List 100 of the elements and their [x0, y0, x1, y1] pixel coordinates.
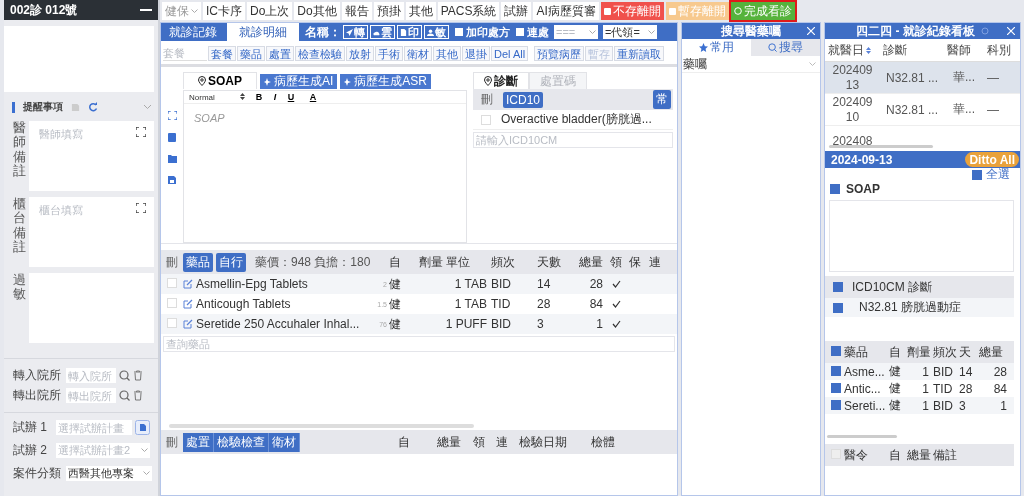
format-button[interactable]: I [267, 92, 283, 102]
visit-tab[interactable]: 就診記錄 [161, 23, 225, 41]
expand-icon[interactable] [136, 203, 146, 213]
filter-button[interactable]: 處置 [183, 432, 214, 452]
trash-icon[interactable] [133, 390, 143, 401]
folder-icon[interactable] [167, 155, 177, 163]
category-select[interactable]: 藥囑 [682, 56, 820, 73]
edit-icon[interactable] [183, 299, 193, 309]
column-header: 自 [888, 446, 902, 464]
checkbox[interactable] [831, 346, 841, 356]
toolbar-button[interactable]: 試辦 [501, 2, 532, 20]
toolbar-button[interactable]: 報告 [341, 2, 372, 20]
filter-button[interactable]: 衛材 [269, 432, 300, 452]
checkbox[interactable] [830, 184, 840, 194]
chevron-icon [191, 8, 198, 14]
format-button[interactable]: A [305, 92, 321, 102]
search-icon[interactable] [119, 370, 130, 381]
checkbox[interactable] [831, 399, 841, 410]
order-button[interactable]: 衛材 [404, 46, 432, 61]
package-field[interactable]: 套餐 [163, 46, 207, 61]
order-button[interactable]: Del All [491, 46, 529, 61]
table-cell: Asmellin-Epg Tablets [196, 277, 308, 291]
format-button[interactable]: B [251, 92, 267, 102]
order-button[interactable]: 手術 [375, 46, 403, 61]
trash-icon[interactable] [133, 370, 143, 381]
toolbar-button[interactable]: Do上次 [247, 2, 293, 20]
column-header: 劑量 [906, 343, 930, 361]
format-button[interactable]: U [283, 92, 299, 102]
filter-button[interactable]: 藥品 [183, 252, 213, 272]
soap-tab[interactable]: SOAP [183, 72, 257, 89]
checkbox[interactable] [516, 28, 524, 36]
toolbar-button[interactable]: PACS系統 [437, 2, 500, 20]
visit-tab[interactable]: 就診明細 [227, 23, 299, 41]
quick-button[interactable]: 雲 [370, 25, 395, 39]
checkbox[interactable] [972, 169, 982, 180]
case-select[interactable]: 西醫其他專案 [66, 466, 152, 481]
filter-button[interactable]: 檢驗檢查 [214, 432, 269, 452]
order-button[interactable]: 預覽病歷 [534, 46, 585, 61]
close-icon[interactable] [1007, 27, 1015, 35]
checkbox[interactable] [455, 28, 463, 36]
column-header: 總量 [578, 253, 604, 271]
trial-field[interactable]: 選擇試辦計畫 [56, 420, 132, 435]
minimize-icon[interactable] [140, 8, 152, 12]
toolbar-button[interactable]: 其他 [405, 2, 436, 20]
toolbar-button[interactable]: 健保 [162, 2, 201, 20]
order-button[interactable]: 重新讀取 [614, 46, 665, 61]
ai-button[interactable]: 病歷生成AI [260, 74, 338, 89]
scrollbar[interactable] [827, 435, 897, 438]
column-header: 刪 [165, 253, 179, 271]
quick-button[interactable]: 敏 [424, 25, 449, 39]
order-button[interactable]: 其他 [433, 46, 461, 61]
drug-search-field[interactable]: 查詢藥品 [163, 336, 675, 352]
close-icon[interactable] [807, 27, 815, 35]
location-pin-icon [484, 76, 492, 86]
order-button[interactable]: 套餐 [208, 46, 236, 61]
common-button[interactable]: 常 [653, 90, 671, 109]
checkbox[interactable] [831, 382, 841, 393]
toolbar-button[interactable]: Do其他 [294, 2, 340, 20]
checkbox[interactable] [833, 282, 843, 292]
toolbar-button[interactable]: 預掛 [373, 2, 404, 20]
order-button[interactable]: 退掛 [462, 46, 490, 61]
chevron-icon[interactable] [143, 104, 152, 110]
hospital-field[interactable]: 轉入院所 [66, 368, 116, 383]
format-select[interactable]: Normal [189, 92, 251, 102]
expand-icon[interactable] [136, 127, 146, 137]
hospital-field[interactable]: 轉出院所 [66, 388, 116, 403]
table-cell-text: Asme... [843, 364, 886, 379]
scrollbar[interactable] [169, 424, 474, 428]
quick-button[interactable]: 印 [397, 25, 422, 39]
toolbar-button[interactable]: AI病歷質審 [533, 2, 599, 20]
soap-editor[interactable]: Normal B I U A SOAP [183, 90, 467, 243]
filter-button[interactable]: 自行 [216, 252, 246, 272]
toolbar-button[interactable]: IC卡序 [203, 2, 245, 20]
column-header: 科別 [987, 41, 1011, 59]
save-icon[interactable] [168, 176, 176, 184]
checkbox[interactable] [833, 302, 843, 313]
column-header: 天數 [536, 253, 562, 271]
order-button[interactable]: 藥品 [237, 46, 265, 61]
expand-icon[interactable] [167, 111, 177, 120]
table-cell-text: TID [490, 297, 512, 311]
toolbar-button[interactable]: 不存離開 [600, 2, 664, 20]
order-button[interactable]: 處置 [266, 46, 294, 61]
history-row[interactable]: 20240913 N32.81 ... 華... — [825, 62, 1020, 94]
search-icon[interactable] [119, 390, 130, 401]
refresh-icon[interactable] [980, 27, 989, 35]
document-icon[interactable] [135, 420, 150, 435]
icd-field[interactable]: 請輸入ICD10CM [473, 132, 673, 148]
edit-icon[interactable] [183, 279, 193, 289]
scrollbar[interactable] [829, 145, 933, 148]
panel-tab[interactable]: 常用 [682, 39, 751, 56]
edit-icon[interactable] [183, 319, 193, 329]
quick-button[interactable]: 轉 [343, 25, 368, 39]
checkbox[interactable] [831, 365, 841, 376]
dropdown[interactable]: =代領= [603, 25, 657, 39]
order-button[interactable]: 檢查檢驗 [295, 46, 345, 61]
order-button[interactable]: 放射 [346, 46, 374, 61]
history-row[interactable]: 20240910 N32.81 ... 華... — [825, 94, 1020, 126]
ai-button[interactable]: 病歷生成ASR [340, 74, 432, 89]
refresh-icon[interactable] [88, 102, 98, 112]
diagnosis-tab[interactable]: 診斷 [473, 72, 529, 89]
